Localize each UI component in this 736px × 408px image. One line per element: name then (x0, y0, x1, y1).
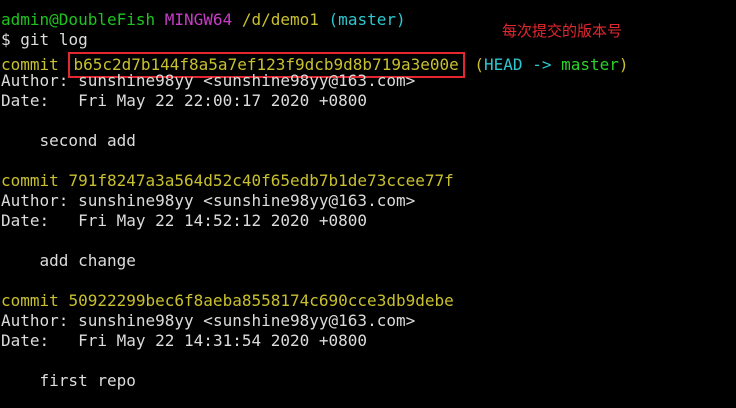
commit-line: commit 50922299bec6f8aeba8558174c690cce3… (1, 291, 454, 311)
commit-hash: 50922299bec6f8aeba8558174c690cce3db9debe (68, 291, 454, 310)
author-value: sunshine98yy <sunshine98yy@163.com> (78, 191, 416, 210)
date-label: Date: (1, 331, 50, 350)
prompt-system: MINGW64 (164, 10, 233, 29)
author-line: Author: sunshine98yy <sunshine98yy@163.c… (1, 71, 415, 91)
commit-keyword: commit (1, 291, 59, 310)
ref-close: ) (618, 55, 629, 74)
author-label: Author: (1, 191, 69, 210)
prompt-branch: (master) (328, 10, 406, 29)
ref-arrow: -> (532, 55, 552, 74)
prompt-user-host: admin@DoubleFish (1, 10, 156, 29)
commit-message-text: add change (39, 251, 136, 270)
commit-hash: 791f8247a3a564d52c40f65edb7b1de73ccee77f (68, 171, 454, 190)
command-symbol: $ (1, 30, 11, 49)
command-text: git log (20, 30, 88, 49)
date-label: Date: (1, 91, 50, 110)
version-annotation: 每次提交的版本号 (502, 22, 623, 40)
author-value: sunshine98yy <sunshine98yy@163.com> (78, 311, 416, 330)
author-value: sunshine98yy <sunshine98yy@163.com> (78, 71, 416, 90)
date-line: Date: Fri May 22 14:31:54 2020 +0800 (1, 331, 367, 351)
commit-message: first repo (1, 371, 136, 391)
ref-open: ( (474, 55, 485, 74)
date-value: Fri May 22 14:52:12 2020 +0800 (78, 211, 368, 230)
commit-keyword: commit (1, 171, 59, 190)
author-line: Author: sunshine98yy <sunshine98yy@163.c… (1, 191, 415, 211)
commit-line: commit 791f8247a3a564d52c40f65edb7b1de73… (1, 171, 454, 191)
ref-head: HEAD (484, 55, 523, 74)
commit-message: second add (1, 131, 136, 151)
date-line: Date: Fri May 22 22:00:17 2020 +0800 (1, 91, 367, 111)
commit-message: add change (1, 251, 136, 271)
ref-branch: master (561, 55, 619, 74)
author-line: Author: sunshine98yy <sunshine98yy@163.c… (1, 311, 415, 331)
commit-message-text: second add (39, 131, 136, 150)
commit-line: commit b65c2d7b144f8a5a7ef123f9dcb9d8b71… (1, 52, 629, 78)
commit-message-text: first repo (39, 371, 136, 390)
terminal-window[interactable]: admin@DoubleFish MINGW64 /d/demo1 (maste… (0, 0, 736, 408)
command-line: $ git log (1, 30, 88, 50)
date-label: Date: (1, 211, 50, 230)
author-label: Author: (1, 71, 69, 90)
prompt-line: admin@DoubleFish MINGW64 /d/demo1 (maste… (1, 10, 406, 30)
prompt-path: /d/demo1 (241, 10, 319, 29)
date-value: Fri May 22 14:31:54 2020 +0800 (78, 331, 368, 350)
date-line: Date: Fri May 22 14:52:12 2020 +0800 (1, 211, 367, 231)
date-value: Fri May 22 22:00:17 2020 +0800 (78, 91, 368, 110)
author-label: Author: (1, 311, 69, 330)
